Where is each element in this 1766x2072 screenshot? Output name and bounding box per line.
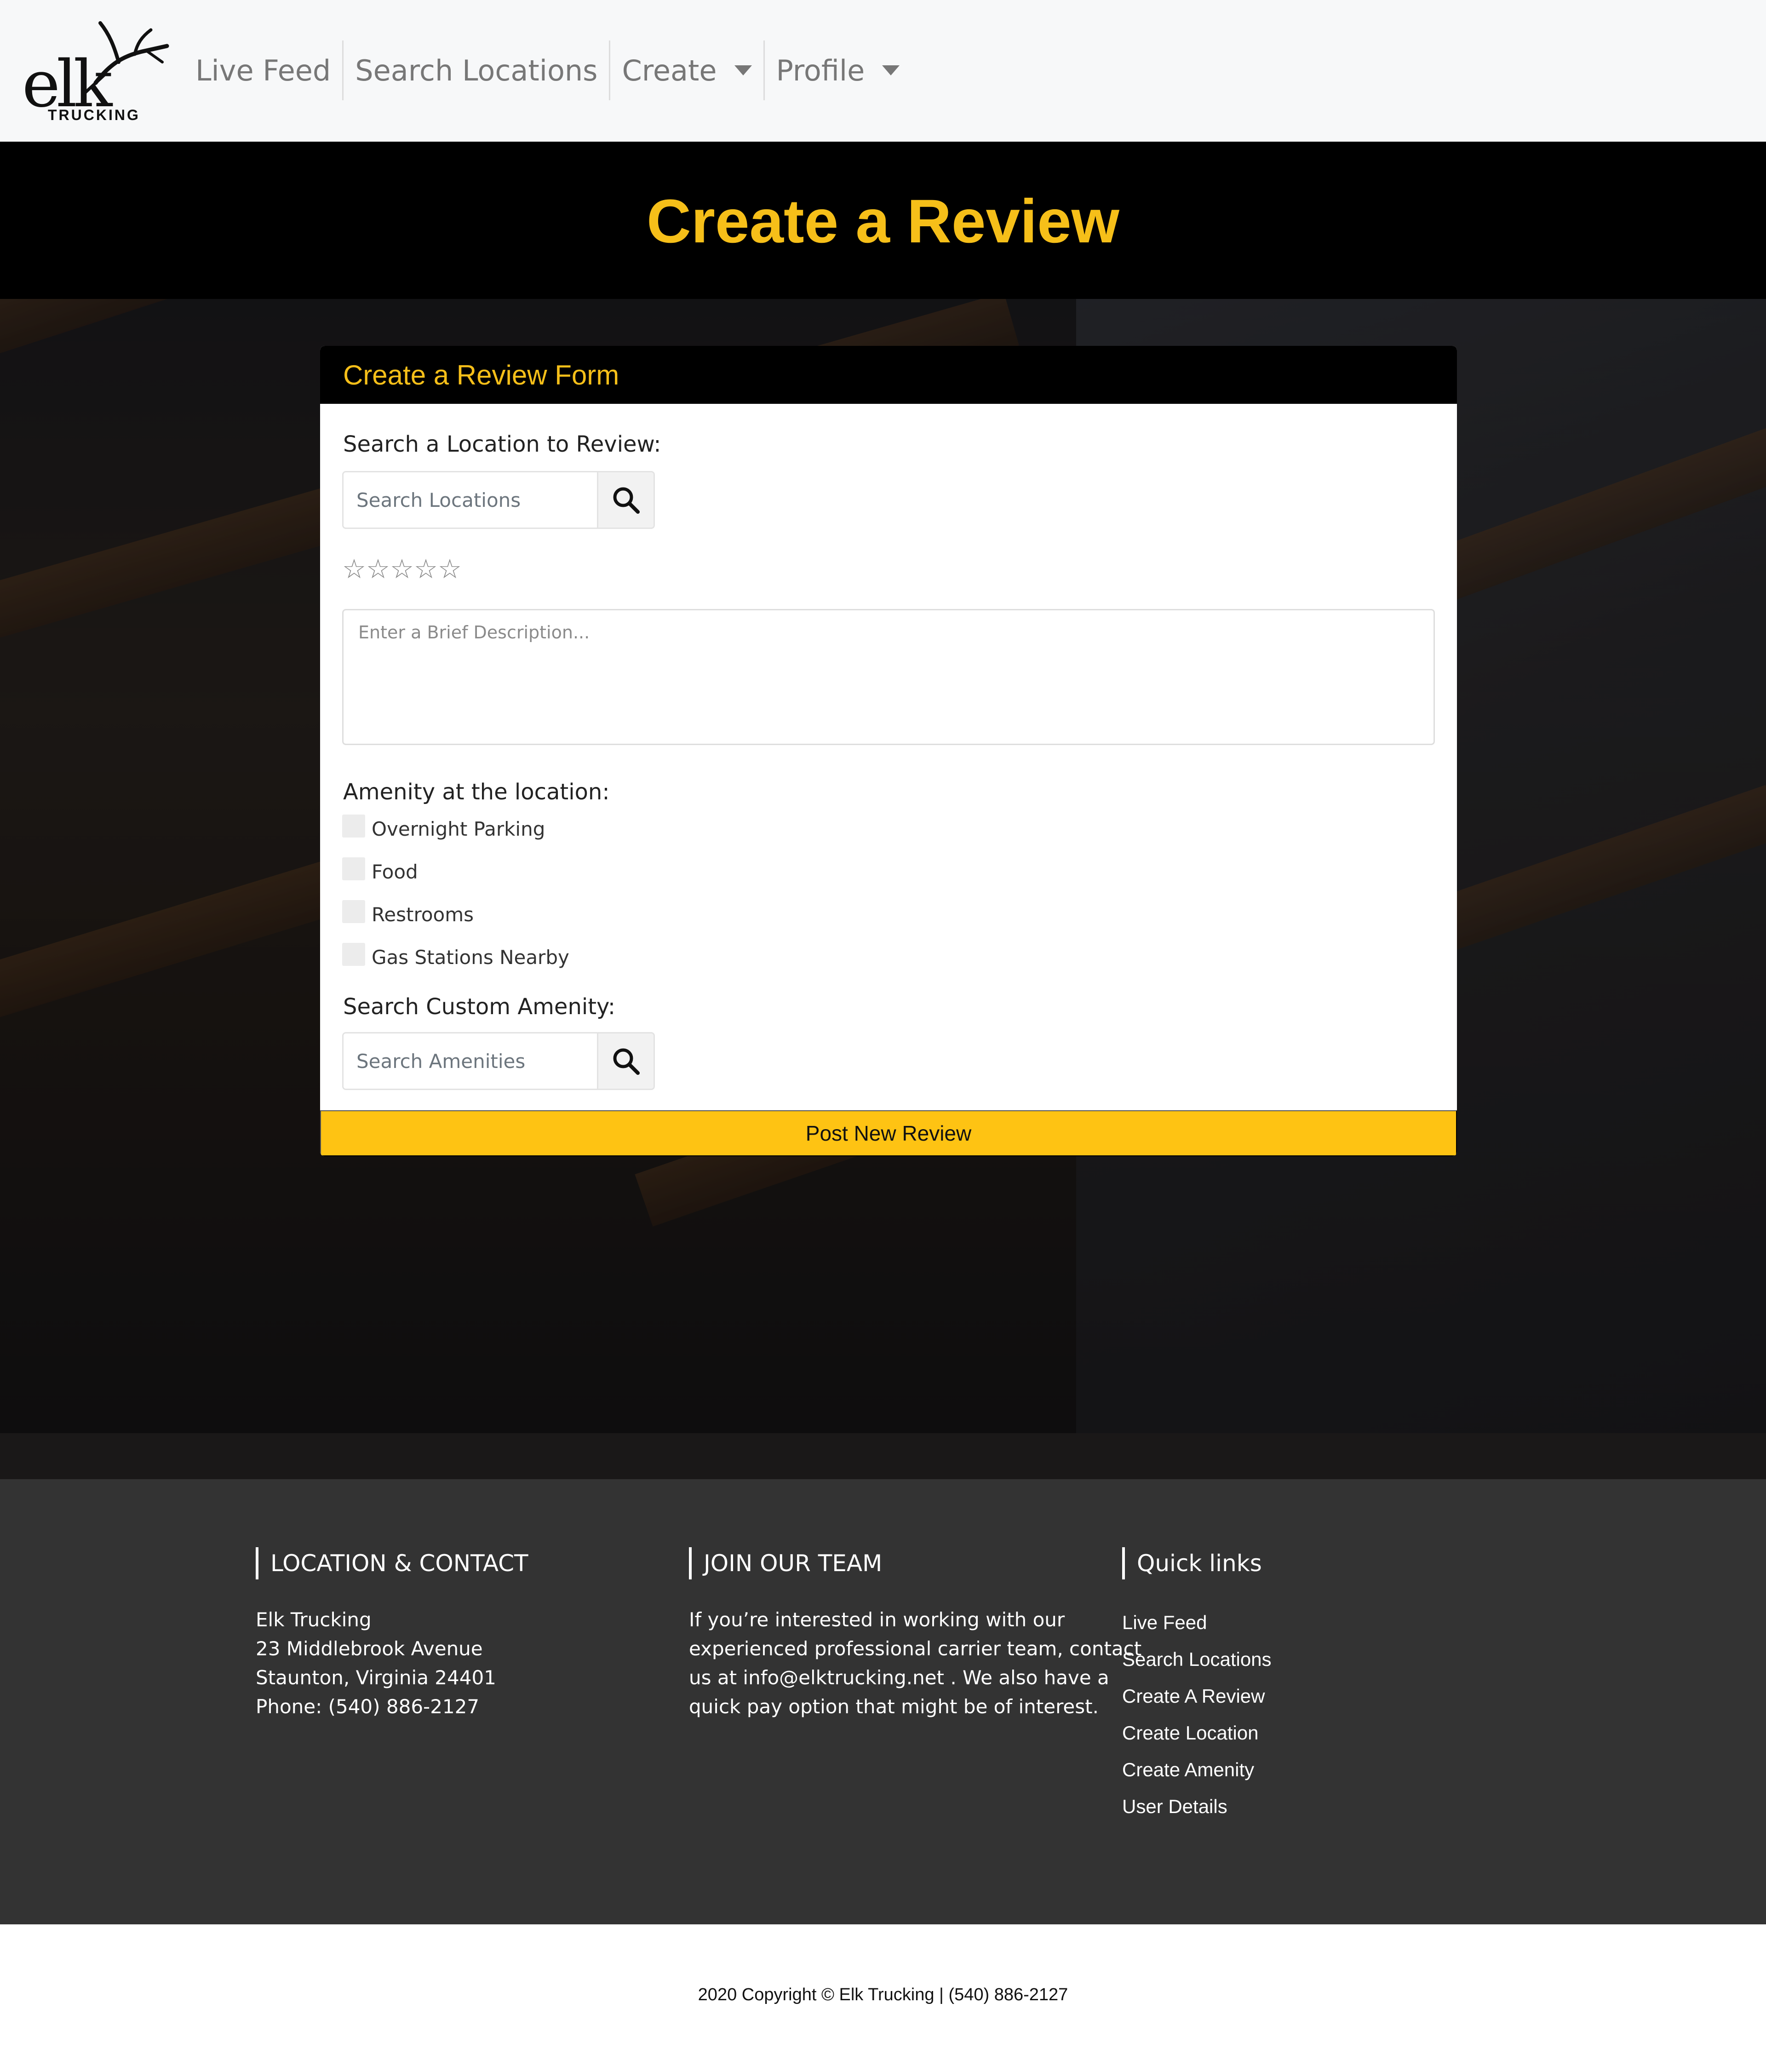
post-review-label: Post New Review	[805, 1121, 972, 1145]
custom-amenity-label: Search Custom Amenity:	[343, 994, 616, 1020]
amenity-gas-stations[interactable]: Gas Stations Nearby	[342, 942, 569, 969]
elk-trucking-logo[interactable]: elk TRUCKING	[22, 18, 169, 124]
search-icon	[613, 1048, 640, 1075]
join-line: us at info@elktrucking.net . We also hav…	[689, 1666, 1109, 1689]
amenity-option-label: Restrooms	[372, 903, 474, 926]
nav-create-dropdown[interactable]: Create	[609, 40, 763, 100]
contact-line: 23 Middlebrook Avenue	[256, 1637, 483, 1660]
footer-link-search-locations[interactable]: Search Locations	[1122, 1641, 1272, 1678]
star-rating[interactable]: ☆☆☆☆☆	[342, 556, 462, 582]
nav-live-feed-label: Live Feed	[195, 53, 331, 87]
join-line: experienced professional carrier team, c…	[689, 1637, 1142, 1660]
footer-links-list: Live Feed Search Locations Create A Revi…	[1122, 1604, 1272, 1825]
background-strip	[0, 1433, 1766, 1479]
footer-link-live-feed[interactable]: Live Feed	[1122, 1604, 1272, 1641]
navbar: elk TRUCKING Live Feed Search Locations …	[0, 0, 1766, 142]
contact-line: Elk Trucking	[256, 1608, 372, 1631]
footer-join: JOIN OUR TEAM If you’re interested in wo…	[689, 1547, 1141, 1721]
checkbox[interactable]	[342, 814, 365, 838]
footer-join-title: JOIN OUR TEAM	[689, 1547, 1141, 1579]
caret-down-icon	[882, 65, 900, 75]
contact-line: Staunton, Virginia 24401	[256, 1666, 496, 1689]
search-icon	[613, 487, 640, 514]
contact-line: Phone: (540) 886-2127	[256, 1695, 480, 1718]
copyright-text: 2020 Copyright © Elk Trucking | (540) 88…	[698, 1985, 1068, 2004]
main-nav: Live Feed Search Locations Create Profil…	[184, 40, 911, 100]
page-header: Create a Review	[0, 142, 1766, 299]
footer-contact-text: Elk Trucking 23 Middlebrook Avenue Staun…	[256, 1605, 528, 1721]
review-form-title: Create a Review Form	[343, 359, 619, 390]
footer-link-create-location[interactable]: Create Location	[1122, 1715, 1272, 1751]
amenity-label: Amenity at the location:	[343, 779, 610, 805]
footer-contact-title: LOCATION & CONTACT	[256, 1547, 528, 1579]
location-search-button[interactable]	[597, 472, 654, 528]
nav-create-label: Create	[622, 53, 717, 87]
footer-link-create-review[interactable]: Create A Review	[1122, 1678, 1272, 1715]
location-search-group	[342, 471, 655, 529]
description-textarea[interactable]	[342, 609, 1435, 745]
join-line: If you’re interested in working with our	[689, 1608, 1065, 1631]
footer-link-create-amenity[interactable]: Create Amenity	[1122, 1751, 1272, 1788]
amenity-search-group	[342, 1032, 655, 1090]
amenity-search-button[interactable]	[597, 1033, 654, 1089]
amenity-overnight-parking[interactable]: Overnight Parking	[342, 814, 545, 840]
amenity-option-label: Food	[372, 861, 418, 883]
checkbox[interactable]	[342, 900, 365, 923]
checkbox[interactable]	[342, 857, 365, 880]
join-line: quick pay option that might be of intere…	[689, 1695, 1099, 1718]
nav-search-locations-label: Search Locations	[355, 53, 598, 87]
review-form-body: Search a Location to Review: ☆☆☆☆☆ Ameni…	[320, 404, 1457, 1110]
review-form-header: Create a Review Form	[320, 346, 1457, 404]
footer-contact: LOCATION & CONTACT Elk Trucking 23 Middl…	[256, 1547, 528, 1721]
checkbox[interactable]	[342, 942, 365, 966]
footer-quick-links: Quick links Live Feed Search Locations C…	[1122, 1547, 1272, 1825]
logo-subtitle: TRUCKING	[48, 107, 140, 123]
amenity-restrooms[interactable]: Restrooms	[342, 900, 474, 926]
nav-search-locations[interactable]: Search Locations	[342, 40, 609, 100]
page-title: Create a Review	[647, 187, 1119, 256]
footer: LOCATION & CONTACT Elk Trucking 23 Middl…	[0, 1479, 1766, 1924]
footer-link-user-details[interactable]: User Details	[1122, 1788, 1272, 1825]
caret-down-icon	[734, 65, 752, 75]
amenity-option-label: Overnight Parking	[372, 818, 545, 840]
amenity-option-label: Gas Stations Nearby	[372, 946, 569, 969]
location-label: Search a Location to Review:	[343, 431, 661, 457]
nav-profile-label: Profile	[776, 53, 865, 87]
location-search-input[interactable]	[344, 472, 597, 528]
amenity-search-input[interactable]	[344, 1033, 597, 1089]
star-rating-value: ☆☆☆☆☆	[342, 553, 462, 585]
nav-live-feed[interactable]: Live Feed	[184, 40, 342, 100]
amenity-food[interactable]: Food	[342, 857, 418, 883]
nav-profile-dropdown[interactable]: Profile	[763, 40, 912, 100]
copyright-bar: 2020 Copyright © Elk Trucking | (540) 88…	[0, 1924, 1766, 2072]
post-review-button[interactable]: Post New Review	[320, 1110, 1457, 1156]
review-form-card: Create a Review Form Search a Location t…	[320, 346, 1457, 1156]
footer-join-text: If you’re interested in working with our…	[689, 1605, 1141, 1721]
footer-links-title: Quick links	[1122, 1547, 1272, 1579]
